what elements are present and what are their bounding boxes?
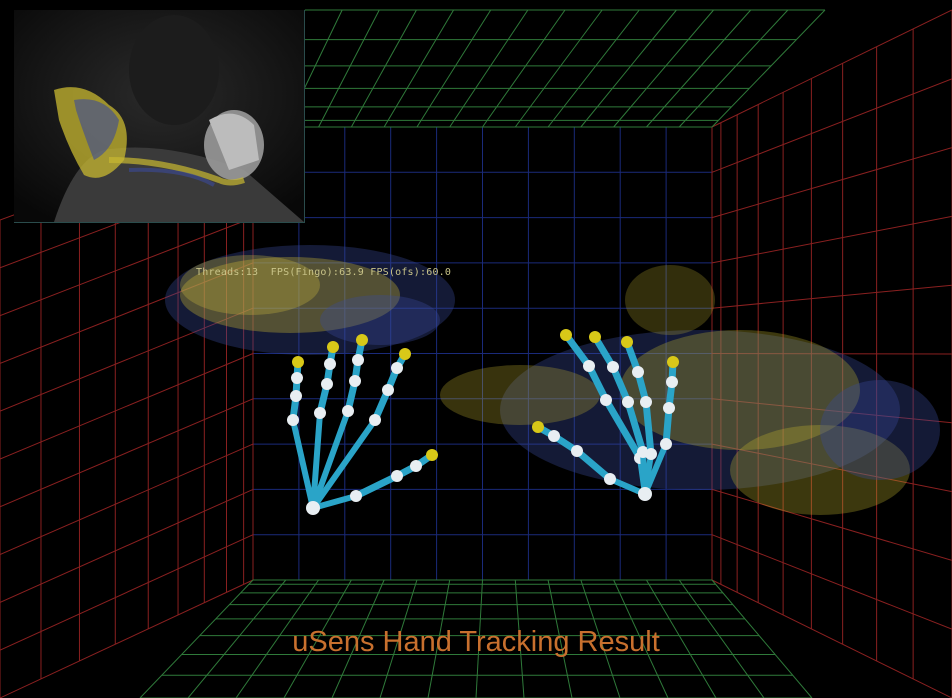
fps-fingo-label: FPS(Fingo): bbox=[270, 267, 340, 278]
caption-title: uSens Hand Tracking Result bbox=[292, 626, 660, 658]
camera-feed-thumbnail bbox=[14, 10, 305, 223]
performance-stats: Threads:13 FPS(Fingo):63.9 FPS(ofs):60.0 bbox=[196, 267, 451, 278]
fps-fingo-value: 63.9 bbox=[339, 267, 364, 278]
point-cloud-left bbox=[165, 245, 455, 355]
fps-ofs-label: FPS(ofs): bbox=[370, 267, 427, 278]
threads-value: 13 bbox=[245, 267, 259, 278]
fps-ofs-value: 60.0 bbox=[426, 267, 452, 278]
threads-label: Threads: bbox=[196, 267, 246, 278]
